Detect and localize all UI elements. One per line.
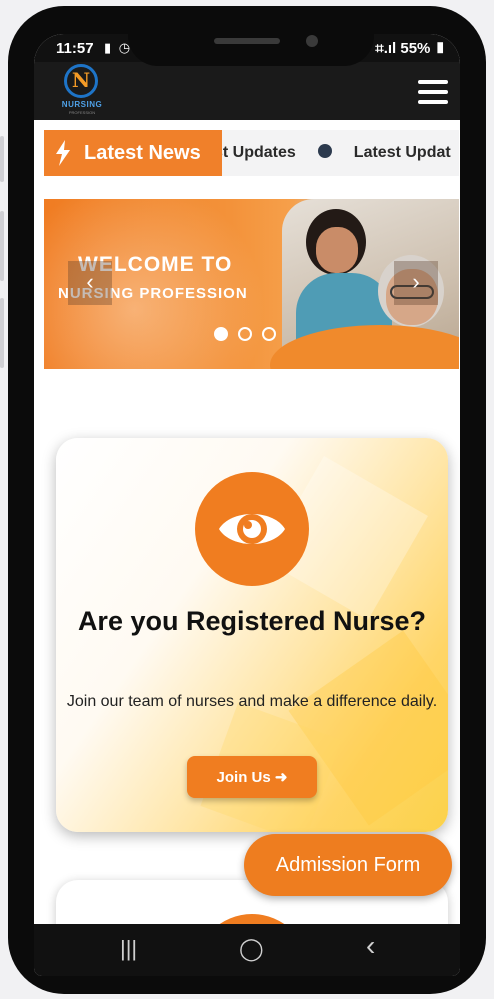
front-camera <box>306 35 318 47</box>
eye-icon <box>195 472 309 586</box>
camera-notch <box>128 34 374 66</box>
news-ticker: st Updates Latest Updat Latest News <box>44 130 459 176</box>
battery-level: 55% <box>400 40 431 57</box>
home-icon[interactable]: ◯ <box>239 936 264 962</box>
join-us-button[interactable]: Join Us ➜ <box>187 756 317 798</box>
side-button <box>0 136 4 182</box>
join-us-label: Join Us <box>216 769 271 786</box>
latest-news-badge: Latest News <box>44 130 222 176</box>
lightning-icon <box>56 140 70 166</box>
carousel-indicators <box>214 327 286 346</box>
card-title: Are you Registered Nurse? <box>77 606 427 636</box>
recent-apps-icon[interactable]: ||| <box>120 936 137 962</box>
carousel-next-button[interactable]: › <box>394 261 438 305</box>
ticker-track: st Updates Latest Updat <box>214 143 451 162</box>
logo-letter: N <box>71 68 91 92</box>
carousel-dot[interactable] <box>238 327 252 341</box>
arrow-right-circle-icon: ➜ <box>274 769 288 786</box>
status-right: ⌗.ıl 55% ▮ <box>375 40 446 57</box>
registered-nurse-card: Are you Registered Nurse? Join our team … <box>56 438 448 832</box>
system-navigation-bar: ||| ◯ ‹ <box>34 924 460 976</box>
site-header: N NURSING PROFESSION <box>34 62 460 120</box>
hero-carousel: WELCOME TO NURSING PROFESSION ‹ › <box>44 199 459 369</box>
carousel-dot[interactable] <box>214 327 228 341</box>
status-time: 11:57 <box>56 40 94 57</box>
side-button <box>0 211 4 281</box>
site-logo[interactable]: N NURSING PROFESSION <box>58 64 106 116</box>
ticker-dot-icon <box>317 143 332 158</box>
back-icon[interactable]: ‹ <box>366 930 375 962</box>
carousel-dot[interactable] <box>262 327 276 341</box>
battery-icon: ▮ <box>434 40 446 57</box>
side-button <box>0 298 4 368</box>
card-description: Join our team of nurses and make a diffe… <box>66 693 438 710</box>
latest-news-label: Latest News <box>84 142 201 164</box>
hamburger-menu-icon[interactable] <box>418 80 448 104</box>
speaker-grille <box>214 38 280 44</box>
logo-word: NURSING <box>61 100 103 109</box>
carousel-prev-button[interactable]: ‹ <box>68 261 112 305</box>
signal-icon: ⌗.ıl <box>375 40 397 57</box>
ticker-item[interactable]: Latest Updat <box>354 144 451 161</box>
screen: 11:57 ▮ ◷ ⚙ ⌗.ıl 55% ▮ N NURSING PROFESS… <box>34 34 460 976</box>
nurse-face <box>316 227 358 273</box>
logo-subword: PROFESSION <box>68 110 96 115</box>
admission-form-button[interactable]: Admission Form <box>244 834 452 896</box>
ticker-item[interactable]: st Updates <box>214 144 296 161</box>
